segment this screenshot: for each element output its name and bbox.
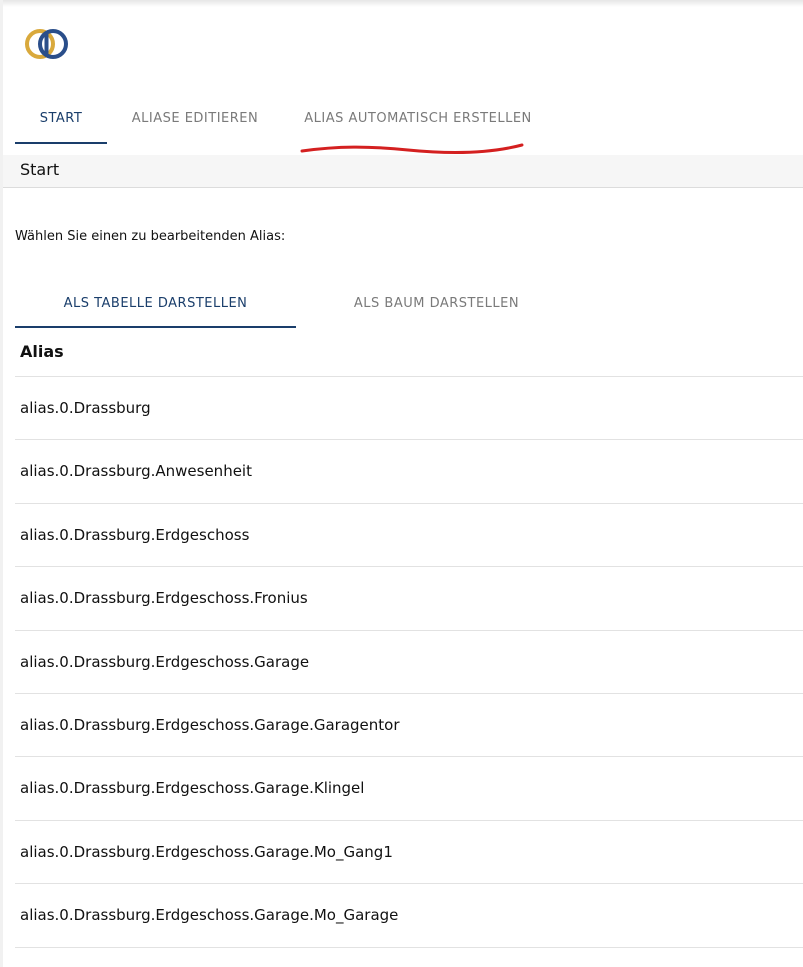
table-row[interactable]: alias.0.Drassburg.Erdgeschoss.Garage.Gar… [15, 694, 803, 758]
section-title: Start [20, 160, 60, 179]
tab-table-view[interactable]: ALS TABELLE DARSTELLEN [15, 280, 296, 328]
section-header: Start [3, 155, 803, 188]
table-row[interactable]: alias.0.Drassburg.Erdgeschoss.Fronius [15, 567, 803, 631]
tab-aliase-editieren[interactable]: ALIASE EDITIEREN [107, 96, 283, 142]
table-header-alias: Alias [15, 330, 803, 377]
tab-alias-automatisch-erstellen[interactable]: ALIAS AUTOMATISCH ERSTELLEN [283, 96, 553, 142]
table-row[interactable]: alias.0.Drassburg [15, 377, 803, 441]
table-row[interactable]: alias.0.Drassburg.Anwesenheit [15, 440, 803, 504]
tab-start[interactable]: START [15, 96, 107, 144]
table-row[interactable]: alias.0.Drassburg.Erdgeschoss [15, 504, 803, 568]
main-tabs: START ALIASE EDITIEREN ALIAS AUTOMATISCH… [15, 96, 553, 144]
table-row[interactable]: alias.0.Drassburg.Erdgeschoss.Garage.Kli… [15, 757, 803, 821]
instruction-text: Wählen Sie einen zu bearbeitenden Alias: [15, 229, 286, 244]
left-edge [0, 0, 3, 967]
table-row[interactable]: alias.0.Drassburg.Erdgeschoss.Garage [15, 631, 803, 694]
alias-table: Alias alias.0.Drassburg alias.0.Drassbur… [15, 330, 803, 948]
iobroker-logo-icon [25, 29, 68, 59]
view-tabs: ALS TABELLE DARSTELLEN ALS BAUM DARSTELL… [15, 280, 577, 328]
top-shadow [0, 0, 803, 7]
table-row[interactable]: alias.0.Drassburg.Erdgeschoss.Garage.Mo_… [15, 884, 803, 948]
tab-tree-view[interactable]: ALS BAUM DARSTELLEN [296, 280, 577, 326]
table-row[interactable]: alias.0.Drassburg.Erdgeschoss.Garage.Mo_… [15, 821, 803, 885]
